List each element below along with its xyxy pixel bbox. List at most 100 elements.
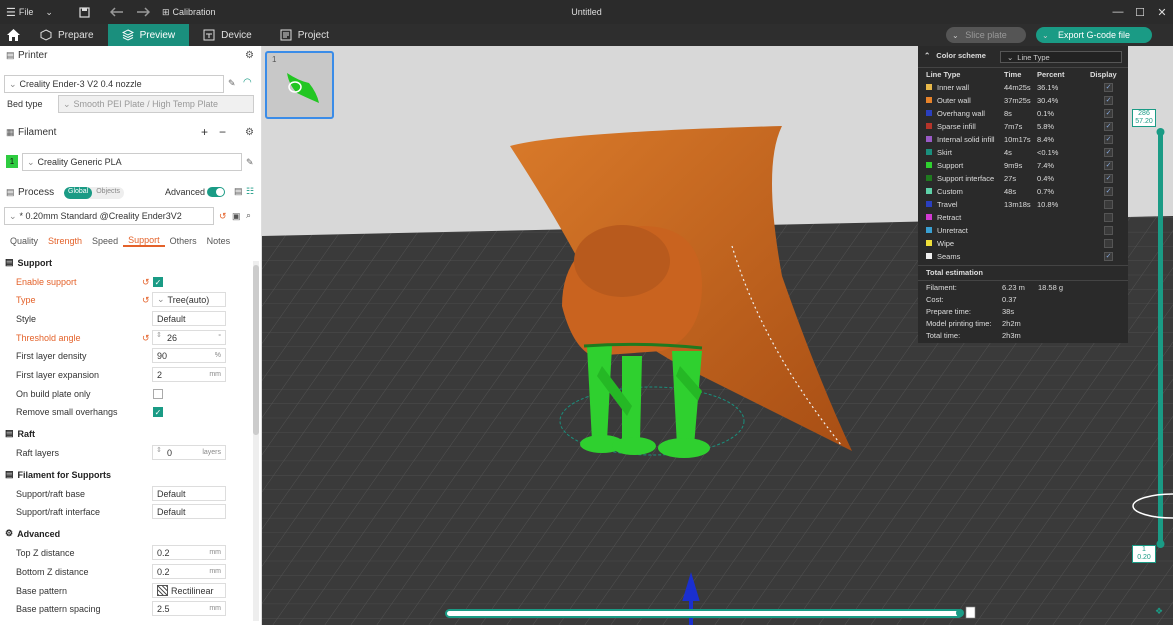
redo-button[interactable]: [130, 0, 156, 24]
legend-display-checkbox[interactable]: [1104, 239, 1113, 248]
printer-select-value: Creality Ender-3 V2 0.4 nozzle: [19, 79, 142, 89]
reset-threshold-angle-icon[interactable]: ↺: [142, 333, 150, 344]
legend-display-checkbox[interactable]: ✓: [1104, 135, 1113, 144]
plate-thumbnail[interactable]: 1: [265, 51, 334, 119]
edit-printer-icon[interactable]: ✎: [228, 78, 236, 89]
collapse-chevron-icon[interactable]: ⌃: [924, 51, 930, 60]
legend-display-checkbox[interactable]: ✓: [1104, 187, 1113, 196]
bottom-layer-number: 1: [1142, 546, 1146, 553]
objects-option[interactable]: Objects: [92, 187, 124, 199]
legend-display-checkbox[interactable]: ✓: [1104, 109, 1113, 118]
bed-type-select[interactable]: ⌄ Smooth PEI Plate / High Temp Plate: [58, 95, 254, 113]
add-filament-button[interactable]: +: [201, 125, 208, 139]
on-build-plate-only-checkbox[interactable]: [153, 389, 163, 399]
tab-strength[interactable]: Strength: [43, 236, 87, 246]
legend-display-checkbox[interactable]: ✓: [1104, 96, 1113, 105]
support-raft-interface-select[interactable]: Default: [152, 504, 226, 519]
calibration-icon: ⊞: [161, 6, 170, 17]
tab-preview[interactable]: Preview: [107, 24, 190, 46]
process-scope-toggle[interactable]: Global Objects: [64, 187, 124, 199]
home-button[interactable]: [0, 24, 26, 46]
tab-notes[interactable]: Notes: [202, 236, 236, 246]
base-pattern-spacing-input[interactable]: 2.5 mm: [152, 601, 226, 616]
support-raft-base-select[interactable]: Default: [152, 486, 226, 501]
first-layer-density-input[interactable]: 90 %: [152, 348, 226, 363]
spin-arrows-icon[interactable]: ⇕: [156, 446, 162, 454]
global-option[interactable]: Global: [64, 187, 93, 199]
legend-display-checkbox[interactable]: [1104, 213, 1113, 222]
layer-slider-bottom-handle[interactable]: [1156, 540, 1165, 548]
tab-support[interactable]: Support: [123, 235, 165, 247]
first-layer-density-value: 90: [157, 350, 168, 361]
wifi-icon[interactable]: ◠: [243, 77, 252, 88]
legend-display-checkbox[interactable]: [1104, 200, 1113, 209]
view-cube-icon[interactable]: ❖: [1155, 607, 1163, 617]
estimation-key: Total time:: [926, 331, 961, 340]
filament-select[interactable]: ⌄ Creality Generic PLA: [22, 153, 242, 171]
remove-small-overhangs-label: Remove small overhangs: [16, 407, 118, 417]
color-scheme-select[interactable]: ⌄ Line Type: [1000, 51, 1122, 63]
filament-slot-badge[interactable]: 1: [6, 155, 18, 168]
horizontal-slider-icon[interactable]: [965, 606, 976, 619]
menu-dropdown-button[interactable]: ⌄: [39, 0, 59, 24]
edit-filament-icon[interactable]: ✎: [246, 157, 254, 168]
horizontal-slider-handle[interactable]: [956, 609, 964, 617]
support-style-select[interactable]: Default: [152, 311, 226, 326]
legend-swatch: [926, 84, 932, 90]
reset-support-type-icon[interactable]: ↺: [142, 295, 150, 306]
compare-presets-icon[interactable]: ▤: [234, 186, 243, 197]
bottom-z-distance-input[interactable]: 0.2 mm: [152, 564, 226, 579]
printer-settings-gear-icon[interactable]: ⚙: [245, 50, 254, 61]
bed-type-value: Smooth PEI Plate / High Temp Plate: [73, 99, 218, 109]
calibration-menu[interactable]: ⊞ Calibration: [156, 0, 222, 24]
tab-quality[interactable]: Quality: [0, 236, 43, 246]
legend-display-checkbox[interactable]: ✓: [1104, 122, 1113, 131]
legend-percent: 7.4%: [1037, 161, 1055, 170]
printer-select[interactable]: ⌄ Creality Ender-3 V2 0.4 nozzle: [4, 75, 224, 93]
enable-support-checkbox[interactable]: ✓: [153, 277, 163, 287]
legend-display-checkbox[interactable]: ✓: [1104, 148, 1113, 157]
legend-row: Sparse infill 7m7s 5.8% ✓: [918, 120, 1128, 133]
slice-plate-button[interactable]: ⌄ Slice plate: [946, 27, 1026, 43]
legend-display-checkbox[interactable]: ✓: [1104, 252, 1113, 261]
col-line-type: Line Type: [926, 70, 961, 79]
top-z-distance-input[interactable]: 0.2 mm: [152, 545, 226, 560]
horizontal-move-slider[interactable]: [445, 609, 963, 618]
legend-display-checkbox[interactable]: ✓: [1104, 161, 1113, 170]
tab-others[interactable]: Others: [165, 236, 202, 246]
reset-enable-support-icon[interactable]: ↺: [142, 277, 150, 288]
filament-settings-gear-icon[interactable]: ⚙: [245, 127, 254, 138]
close-button[interactable]: ✕: [1151, 0, 1173, 24]
tab-prepare[interactable]: Prepare: [26, 24, 108, 46]
undo-button[interactable]: [104, 0, 130, 24]
advanced-toggle[interactable]: [207, 187, 225, 197]
search-icon[interactable]: ⌕: [246, 210, 251, 221]
tab-project[interactable]: Project: [266, 24, 343, 46]
spin-arrows-icon[interactable]: ⇕: [156, 331, 162, 339]
tab-device[interactable]: Device: [189, 24, 266, 46]
legend-display-checkbox[interactable]: ✓: [1104, 174, 1113, 183]
save-preset-icon[interactable]: ▣: [232, 211, 241, 222]
minimize-button[interactable]: —: [1107, 0, 1129, 24]
first-layer-expansion-input[interactable]: 2 mm: [152, 367, 226, 382]
process-extra-icon[interactable]: ☷: [246, 186, 254, 197]
layer-slider-track[interactable]: [1158, 131, 1163, 545]
legend-display-checkbox[interactable]: ✓: [1104, 83, 1113, 92]
raft-layers-input[interactable]: ⇕ 0 layers: [152, 445, 226, 460]
remove-filament-button[interactable]: −: [219, 125, 226, 139]
tab-speed[interactable]: Speed: [87, 236, 123, 246]
remove-small-overhangs-checkbox[interactable]: ✓: [153, 407, 163, 417]
process-preset-select[interactable]: ⌄ * 0.20mm Standard @Creality Ender3V2: [4, 207, 214, 225]
save-button[interactable]: [73, 0, 96, 24]
sidebar-scrollbar[interactable]: [253, 261, 259, 621]
layer-slider-top-handle[interactable]: [1156, 128, 1165, 136]
chevron-down-icon: ⌄: [952, 30, 959, 40]
reset-preset-icon[interactable]: ↺: [219, 211, 227, 222]
support-type-select[interactable]: ⌄ Tree(auto): [152, 292, 226, 307]
file-menu[interactable]: ☰ File: [0, 0, 39, 24]
export-gcode-button[interactable]: ⌄ Export G-code file: [1036, 27, 1152, 43]
legend-display-checkbox[interactable]: [1104, 226, 1113, 235]
maximize-button[interactable]: ☐: [1129, 0, 1151, 24]
base-pattern-select[interactable]: Rectilinear: [152, 583, 226, 598]
threshold-angle-input[interactable]: ⇕ 26 °: [152, 330, 226, 345]
